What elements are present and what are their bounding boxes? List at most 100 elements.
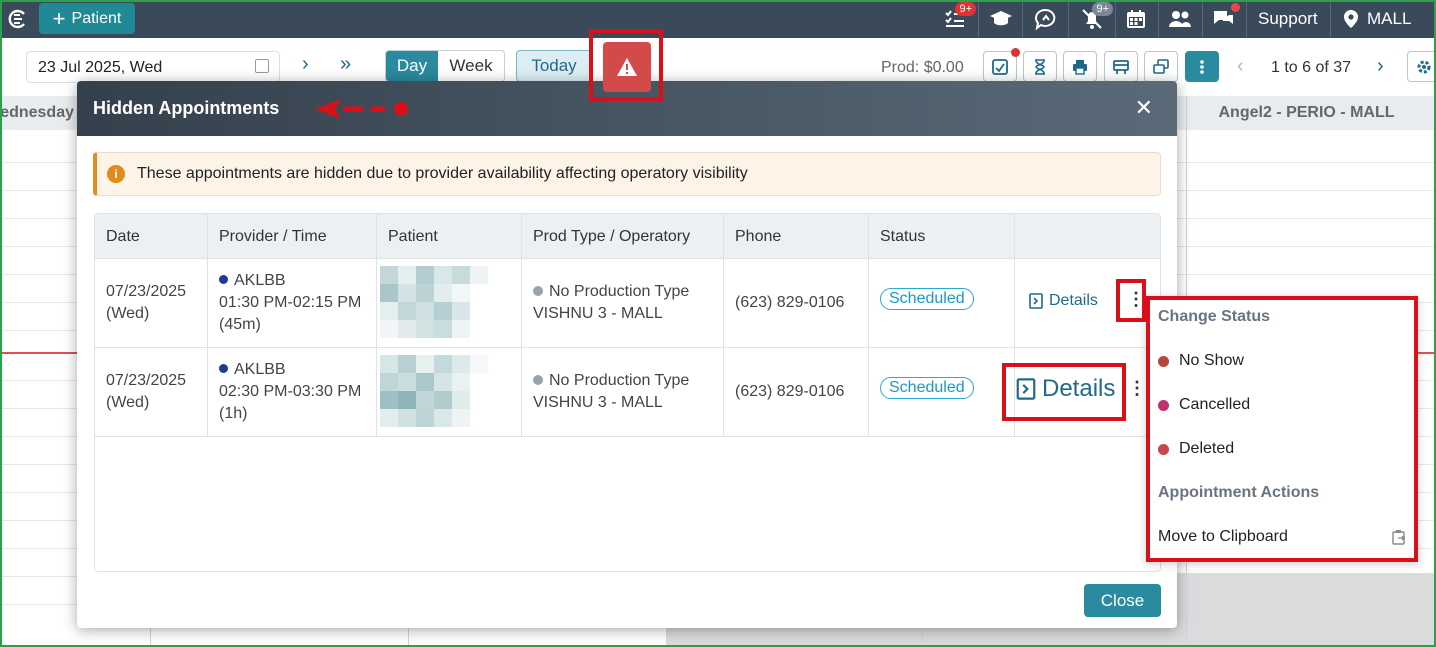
appointment-time: 02:30 PM-03:30 PM [219, 383, 362, 400]
operatory: VISHNU 3 - MALL [533, 394, 663, 411]
waitlist-button[interactable] [1023, 51, 1057, 82]
app-logo-icon[interactable] [6, 8, 28, 30]
status-badge: Scheduled [880, 377, 974, 399]
row-actions-kebab-icon[interactable]: ⋮ [1128, 378, 1146, 399]
menu-item-label: Move to Clipboard [1158, 528, 1288, 545]
appointment-day: (Wed) [106, 305, 150, 322]
menu-item-cancelled[interactable]: Cancelled [1158, 396, 1250, 414]
info-icon: i [107, 165, 125, 183]
appointment-date: 07/23/2025 [106, 372, 187, 389]
status-dot [1158, 399, 1169, 411]
pagination-status: 1 to 6 of 37 [1271, 59, 1352, 76]
kebab-annotation-box [1116, 279, 1146, 322]
warning-triangle-icon [617, 58, 637, 76]
prod-type-dot [533, 286, 543, 296]
calendar-column-header-left: ednesday [0, 96, 78, 130]
modal-title: Hidden Appointments [93, 98, 280, 118]
windows-icon [1153, 58, 1169, 74]
column-header-operatory: Angel2 - PERIO - MALL [1218, 104, 1395, 121]
users-icon[interactable] [1165, 4, 1195, 34]
status-badge: Scheduled [880, 288, 974, 310]
next-day-arrow-icon[interactable]: › [302, 53, 309, 76]
fast-forward-arrow-icon[interactable]: » [340, 53, 351, 76]
location-label: MALL [1367, 9, 1412, 28]
details-label: Details [1049, 292, 1098, 309]
tasks-badge: 9+ [955, 2, 976, 16]
phone-number: (623) 829-0106 [735, 383, 845, 400]
menu-item-no-show[interactable]: No Show [1158, 352, 1244, 370]
menu-item-label: Cancelled [1179, 396, 1251, 413]
menu-item-label: No Show [1179, 352, 1244, 369]
visibility-alert: i These appointments are hidden due to p… [93, 152, 1161, 196]
column-header: Date [106, 228, 140, 245]
gear-icon [1417, 60, 1431, 73]
menu-item-label: Deleted [1179, 440, 1235, 457]
date-cell: 07/23/2025 (Wed) [106, 281, 186, 325]
patient-name-redacted [380, 266, 488, 338]
calendar-icon[interactable] [1121, 4, 1151, 34]
prod-operatory-cell: No Production Type VISHNU 3 - MALL [533, 281, 689, 325]
appointment-actions-heading: Appointment Actions [1158, 484, 1320, 501]
messages-icon[interactable] [1208, 3, 1240, 34]
status-dot [1158, 443, 1169, 455]
add-patient-label: Patient [71, 9, 122, 27]
provider-time-cell: AKLBB 01:30 PM-02:15 PM (45m) [219, 270, 361, 336]
vertical-dots-icon [1200, 59, 1204, 74]
date-picker-field[interactable]: 23 Jul 2025, Wed [26, 51, 280, 83]
location-pin-icon [1344, 10, 1358, 28]
calendar-picker-icon[interactable] [255, 59, 269, 73]
support-link[interactable]: Support [1258, 9, 1318, 29]
next-page-arrow-icon[interactable]: › [1377, 55, 1384, 78]
close-button[interactable]: Close [1084, 584, 1161, 617]
hidden-appointments-warning-button[interactable] [603, 42, 651, 92]
modal-close-icon[interactable]: ✕ [1135, 95, 1153, 121]
table-row: 07/23/2025 (Wed) AKLBB 01:30 PM-02:15 PM… [95, 259, 1160, 348]
location-selector[interactable]: MALL [1343, 9, 1411, 29]
today-button[interactable]: Today [516, 50, 592, 82]
menu-item-move-to-clipboard[interactable]: Move to Clipboard [1158, 528, 1406, 546]
graduation-cap-icon[interactable] [986, 4, 1016, 34]
printer-icon [1073, 59, 1087, 75]
date-cell: 07/23/2025 (Wed) [106, 370, 186, 414]
provider-code: AKLBB [234, 361, 286, 378]
prod-type: No Production Type [549, 283, 690, 300]
phone-number: (623) 829-0106 [735, 294, 845, 311]
date-value: 23 Jul 2025, Wed [38, 59, 163, 76]
chat-bubble-icon[interactable] [1031, 4, 1061, 34]
appointment-duration: (1h) [219, 405, 248, 422]
week-view-button[interactable]: Week [438, 51, 504, 81]
column-header: Phone [735, 228, 782, 245]
appointment-day: (Wed) [106, 394, 150, 411]
checklist-button[interactable] [983, 48, 1020, 82]
operatory: VISHNU 3 - MALL [533, 305, 663, 322]
checklist-icon [992, 58, 1008, 75]
task-list-icon[interactable]: 9+ [940, 2, 976, 34]
details-button[interactable]: Details [1029, 292, 1098, 310]
alert-text: These appointments are hidden due to pro… [137, 165, 748, 182]
prod-operatory-cell: No Production Type VISHNU 3 - MALL [533, 370, 689, 414]
print-button[interactable] [1063, 51, 1097, 82]
appointment-date: 07/23/2025 [106, 283, 187, 300]
plus-icon: + [52, 5, 66, 31]
provider-color-dot [219, 275, 228, 284]
provider-time-cell: AKLBB 02:30 PM-03:30 PM (1h) [219, 359, 361, 425]
calendar-column-header-right: Angel2 - PERIO - MALL [1177, 96, 1436, 130]
previous-page-arrow-icon[interactable]: ‹ [1237, 55, 1244, 78]
day-view-button[interactable]: Day [386, 51, 438, 81]
details-panel-icon [1029, 293, 1043, 309]
prod-type: No Production Type [549, 372, 690, 389]
operatory-layout-button[interactable] [1104, 51, 1138, 82]
view-toggle: Day Week [385, 50, 505, 82]
arrow-annotation-icon [315, 99, 408, 119]
appointment-duration: (45m) [219, 316, 261, 333]
change-status-heading: Change Status [1158, 308, 1271, 325]
checklist-dot [1011, 48, 1020, 57]
bell-off-icon[interactable]: 9+ [1077, 2, 1113, 34]
add-patient-button[interactable]: + Patient [39, 3, 135, 34]
settings-button[interactable] [1407, 51, 1436, 82]
menu-item-deleted[interactable]: Deleted [1158, 440, 1234, 458]
column-header: Prod Type / Operatory [533, 228, 691, 245]
table-row: 07/23/2025 (Wed) AKLBB 02:30 PM-03:30 PM… [95, 348, 1160, 437]
copy-view-button[interactable] [1144, 51, 1178, 82]
more-options-button[interactable] [1185, 51, 1219, 82]
